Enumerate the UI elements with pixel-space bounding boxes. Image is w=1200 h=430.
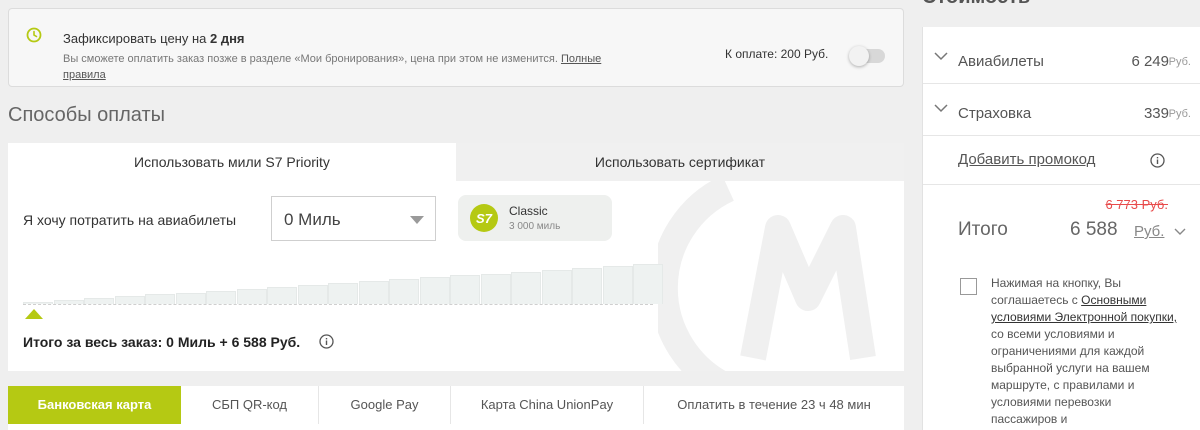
cost-row-tickets[interactable]: Авиабилеты 6 249 Руб. — [923, 32, 1200, 84]
miles-select[interactable]: 0 Миль — [271, 196, 436, 241]
tab-google-pay[interactable]: Google Pay — [319, 386, 451, 424]
pay-deadline: Оплатить в течение 23 ч 48 мин — [677, 397, 871, 412]
s7-logo-icon: S7 — [470, 204, 498, 232]
miles-select-value: 0 Миль — [284, 210, 341, 229]
fix-price-toggle[interactable] — [849, 46, 885, 66]
slider-step-bar — [358, 281, 389, 304]
slider-step-bar — [511, 271, 541, 304]
chevron-down-icon — [934, 52, 948, 61]
slider-step-bar — [236, 288, 267, 304]
s7-tier-card: S7 Classic 3 000 миль — [458, 195, 612, 241]
cost-row-currency: Руб. — [1168, 108, 1191, 120]
toggle-knob[interactable] — [849, 46, 869, 66]
tab-bank-card[interactable]: Банковская карта — [8, 386, 181, 424]
spend-label: Я хочу потратить на авиабилеты — [23, 212, 237, 228]
miles-panel: Использовать мили S7 Priority Использова… — [8, 143, 904, 371]
slider-thumb[interactable] — [25, 309, 43, 319]
chevron-down-icon — [934, 104, 948, 113]
cost-row-amount: 339 — [1143, 105, 1169, 122]
agree-text: Нажимая на кнопку, Вы соглашаетесь с Осн… — [991, 276, 1177, 426]
chevron-down-icon — [410, 216, 424, 224]
payment-methods-title: Способы оплаты — [8, 104, 165, 126]
slider-step-bar — [53, 300, 84, 304]
svg-text:S7: S7 — [476, 211, 493, 226]
miles-order-total: Итого за весь заказ: 0 Миль + 6 588 Руб. — [23, 334, 301, 350]
slider-step-bar — [480, 273, 511, 304]
tab-use-certificate[interactable]: Использовать сертификат — [456, 143, 904, 181]
slider-step-bar — [145, 294, 175, 304]
slider-step-bar — [175, 292, 206, 304]
fix-price-title: Зафиксировать цену на 2 дня — [63, 31, 245, 46]
info-icon[interactable] — [1150, 153, 1165, 168]
slider-step-bar — [389, 279, 419, 304]
cost-row-label: Страховка — [958, 105, 1032, 122]
fix-price-banner: Зафиксировать цену на 2 дня Вы сможете о… — [8, 8, 904, 87]
slider-step-bar — [84, 298, 114, 304]
chevron-down-icon[interactable] — [1174, 227, 1186, 236]
slider-step-bar — [450, 275, 480, 304]
tab-use-miles[interactable]: Использовать мили S7 Priority — [8, 143, 456, 181]
s7-watermark-icon — [658, 175, 876, 371]
miles-slider[interactable] — [23, 253, 663, 333]
fix-price-amount: К оплате: 200 Руб. — [725, 47, 829, 61]
slider-step-bar — [572, 267, 602, 304]
old-total-price: 6 773 Руб. — [1105, 197, 1168, 212]
clock-icon — [26, 27, 42, 43]
slider-step-bar — [419, 277, 450, 304]
fix-price-description: Вы сможете оплатить заказ позже в раздел… — [63, 53, 602, 81]
slider-step-bar — [328, 283, 358, 304]
total-amount: 6 588 — [1070, 219, 1118, 240]
slider-step-bar — [297, 284, 328, 304]
currency-selector[interactable]: Руб. — [1134, 223, 1164, 240]
tab-china-unionpay[interactable]: Карта China UnionPay — [451, 386, 644, 424]
slider-step-bar — [114, 296, 145, 304]
agree-checkbox[interactable] — [960, 278, 977, 295]
cost-row-label: Авиабилеты — [958, 53, 1044, 70]
divider — [923, 184, 1200, 185]
cost-row-currency: Руб. — [1168, 56, 1191, 68]
cost-panel: Авиабилеты 6 249 Руб. Страховка 339 Руб.… — [922, 27, 1200, 430]
tier-miles: 3 000 миль — [509, 221, 561, 232]
slider-step-bar — [23, 302, 53, 304]
total-label: Итого — [958, 219, 1008, 240]
cost-row-amount: 6 249 — [1131, 53, 1169, 70]
cost-row-insurance[interactable]: Страховка 339 Руб. — [923, 84, 1200, 136]
add-promocode-link[interactable]: Добавить промокод — [958, 151, 1095, 168]
payment-method-tabs: Банковская карта СБП QR-код Google Pay К… — [8, 386, 904, 430]
slider-step-bar — [541, 269, 572, 304]
tier-name: Classic — [509, 204, 548, 218]
cost-heading: Стоимость — [922, 0, 1030, 9]
slider-step-bar — [602, 265, 633, 304]
miles-tabs: Использовать мили S7 Priority Использова… — [8, 143, 904, 181]
slider-step-bar — [206, 290, 236, 304]
slider-step-bar — [267, 286, 297, 304]
tab-sbp-qr[interactable]: СБП QR-код — [181, 386, 319, 424]
slider-step-bar — [633, 264, 663, 304]
slider-track[interactable] — [23, 304, 653, 305]
info-icon[interactable] — [319, 334, 334, 349]
